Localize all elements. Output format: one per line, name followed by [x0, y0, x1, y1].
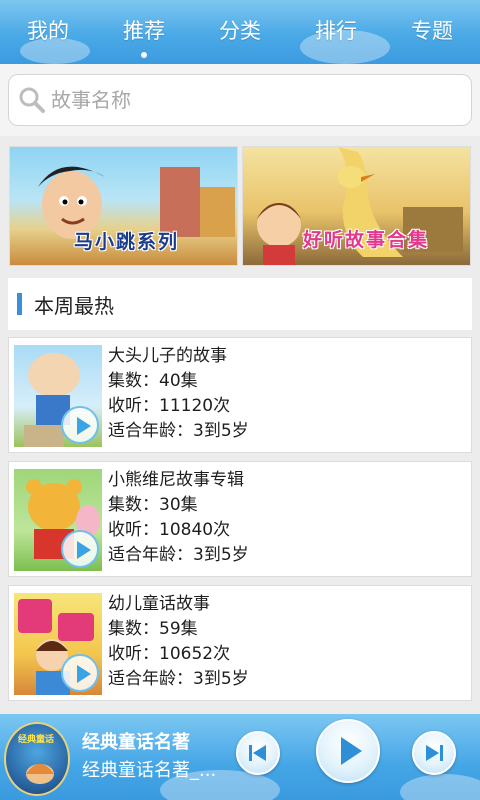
story-episodes: 集数：30集 — [108, 495, 198, 515]
tab-category[interactable]: 分类 — [192, 0, 288, 64]
section-header: 本周最热 — [8, 278, 472, 330]
tab-label: 专题 — [411, 19, 453, 43]
section-title: 本周最热 — [34, 293, 114, 318]
story-age: 适合年龄：3到5岁 — [108, 545, 249, 565]
section-accent-bar — [17, 293, 22, 315]
mini-player: 经典童话 经典童话名著 经典童话名著_... — [0, 714, 480, 800]
story-title: 小熊维尼故事专辑 — [108, 470, 244, 490]
story-episodes: 集数：59集 — [108, 619, 198, 639]
search-icon — [19, 87, 45, 113]
next-icon — [426, 745, 443, 761]
story-thumbnail — [14, 469, 102, 571]
story-age: 适合年龄：3到5岁 — [108, 669, 249, 689]
player-subtitle: 经典童话名著_... — [82, 760, 217, 781]
story-thumbnail — [14, 345, 102, 447]
previous-button[interactable] — [236, 731, 280, 775]
story-title: 大头儿子的故事 — [108, 346, 227, 366]
banner-title: 马小跳系列 — [74, 231, 180, 253]
story-card[interactable]: 大头儿子的故事 集数：40集 收听：11120次 适合年龄：3到5岁 — [8, 337, 472, 453]
cover-title: 经典童话 — [18, 735, 55, 745]
cloud-decoration — [400, 774, 480, 800]
next-button[interactable] — [412, 731, 456, 775]
story-info: 小熊维尼故事专辑 集数：30集 收听：10840次 适合年龄：3到5岁 — [108, 468, 249, 568]
search-input[interactable] — [51, 88, 431, 112]
story-age: 适合年龄：3到5岁 — [108, 421, 249, 441]
play-icon[interactable] — [61, 406, 99, 444]
album-cover[interactable]: 经典童话 — [4, 722, 70, 796]
banner-ma-xiaotiao[interactable]: 马小跳系列 — [9, 146, 238, 266]
story-plays: 收听：11120次 — [108, 396, 231, 416]
tab-recommend[interactable]: 推荐 — [96, 0, 192, 64]
tab-mine[interactable]: 我的 — [0, 0, 96, 64]
search-box[interactable] — [8, 74, 472, 126]
tab-label: 排行 — [315, 19, 357, 43]
story-thumbnail — [14, 593, 102, 695]
player-title: 经典童话名著 — [82, 732, 190, 753]
play-icon[interactable] — [61, 654, 99, 692]
story-title: 幼儿童话故事 — [108, 594, 210, 614]
active-tab-indicator — [141, 52, 147, 58]
banner-good-stories[interactable]: 好听故事合集 — [242, 146, 471, 266]
story-plays: 收听：10840次 — [108, 520, 231, 540]
story-episodes: 集数：40集 — [108, 371, 198, 391]
play-icon — [341, 737, 362, 765]
play-icon[interactable] — [61, 530, 99, 568]
story-card[interactable]: 幼儿童话故事 集数：59集 收听：10652次 适合年龄：3到5岁 — [8, 585, 472, 701]
search-area — [0, 64, 480, 136]
story-plays: 收听：10652次 — [108, 644, 231, 664]
tab-label: 分类 — [219, 19, 261, 43]
play-button[interactable] — [316, 719, 380, 783]
story-info: 大头儿子的故事 集数：40集 收听：11120次 适合年龄：3到5岁 — [108, 344, 249, 444]
story-info: 幼儿童话故事 集数：59集 收听：10652次 适合年龄：3到5岁 — [108, 592, 249, 692]
tab-topics[interactable]: 专题 — [384, 0, 480, 64]
story-card[interactable]: 小熊维尼故事专辑 集数：30集 收听：10840次 适合年龄：3到5岁 — [8, 461, 472, 577]
tab-ranking[interactable]: 排行 — [288, 0, 384, 64]
banner-title: 好听故事合集 — [303, 229, 430, 251]
tab-label: 我的 — [27, 19, 69, 43]
previous-icon — [249, 745, 266, 761]
tab-label: 推荐 — [123, 19, 165, 43]
top-tab-bar: 我的 推荐 分类 排行 专题 — [0, 0, 480, 64]
